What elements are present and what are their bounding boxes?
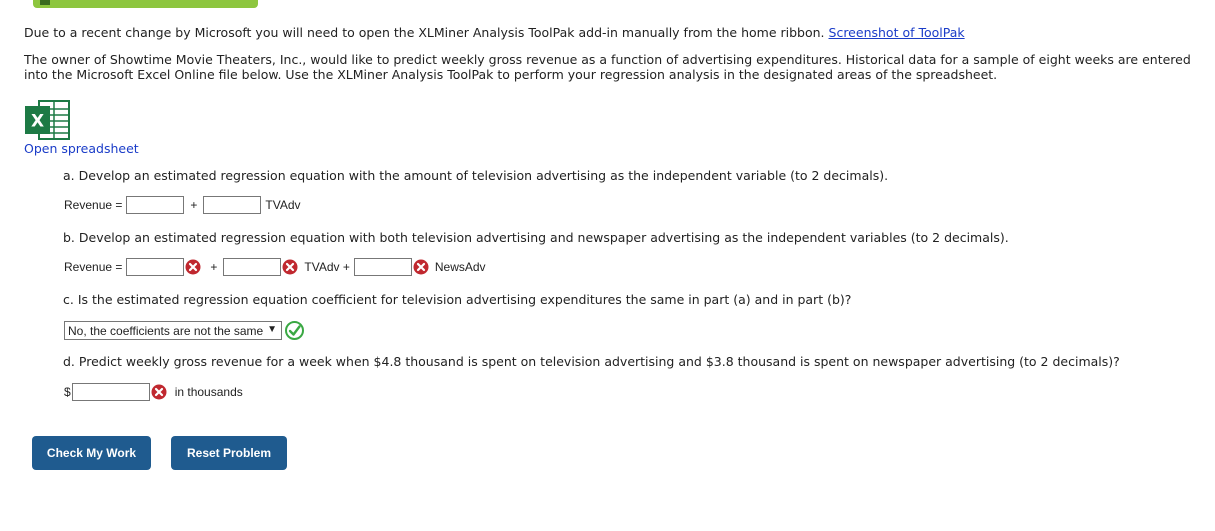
check-my-work-button[interactable]: Check My Work: [32, 436, 151, 470]
question-b: b. Develop an estimated regression equat…: [63, 230, 1009, 245]
tvadv-coef-input-a[interactable]: [203, 196, 262, 214]
incorrect-icon: [282, 259, 298, 275]
answer-dropdown-c[interactable]: No, the coefficients are not the same ▼: [64, 321, 282, 340]
excel-icon[interactable]: X: [24, 100, 70, 140]
units-label: in thousands: [174, 385, 243, 399]
reset-problem-button[interactable]: Reset Problem: [171, 436, 287, 470]
newsadv-coef-input-b[interactable]: [353, 258, 412, 276]
incorrect-icon: [185, 259, 201, 275]
dollar-sign: $: [64, 385, 71, 399]
revenue-prediction-input[interactable]: [71, 383, 150, 401]
notice-paragraph: Due to a recent change by Microsoft you …: [24, 25, 1199, 40]
tvadv-coef-input-b[interactable]: [223, 258, 282, 276]
correct-icon: [285, 321, 304, 340]
intercept-input-b[interactable]: [126, 258, 185, 276]
question-a: a. Develop an estimated regression equat…: [63, 168, 889, 183]
tvadv-label: TVAdv +: [304, 260, 350, 274]
banner-icon: [40, 0, 50, 5]
equation-row-a: Revenue = + TVAdv: [64, 196, 301, 214]
incorrect-icon: [413, 259, 429, 275]
chevron-down-icon: ▼: [267, 324, 277, 335]
revenue-label: Revenue =: [64, 260, 123, 274]
plus-sign: +: [190, 198, 198, 212]
tvadv-label: TVAdv: [265, 198, 301, 212]
intercept-input-a[interactable]: [126, 196, 185, 214]
answer-row-d: $ in thousands: [64, 383, 243, 401]
plus-sign: +: [210, 260, 218, 274]
revenue-label: Revenue =: [64, 198, 123, 212]
open-spreadsheet-link[interactable]: Open spreadsheet: [24, 141, 139, 156]
equation-row-b: Revenue = + TVAdv + NewsAdv: [64, 258, 486, 276]
excel-icon-letter: X: [31, 112, 44, 132]
screenshot-link[interactable]: Screenshot of ToolPak: [829, 25, 965, 40]
question-d: d. Predict weekly gross revenue for a we…: [63, 354, 1120, 369]
question-c: c. Is the estimated regression equation …: [63, 292, 852, 307]
dropdown-selected-value: No, the coefficients are not the same: [68, 323, 264, 338]
notice-text: Due to a recent change by Microsoft you …: [24, 25, 825, 40]
top-banner-stub: [33, 0, 258, 8]
newsadv-label: NewsAdv: [434, 260, 486, 274]
intro-paragraph: The owner of Showtime Movie Theaters, In…: [24, 52, 1191, 82]
incorrect-icon: [151, 384, 167, 400]
